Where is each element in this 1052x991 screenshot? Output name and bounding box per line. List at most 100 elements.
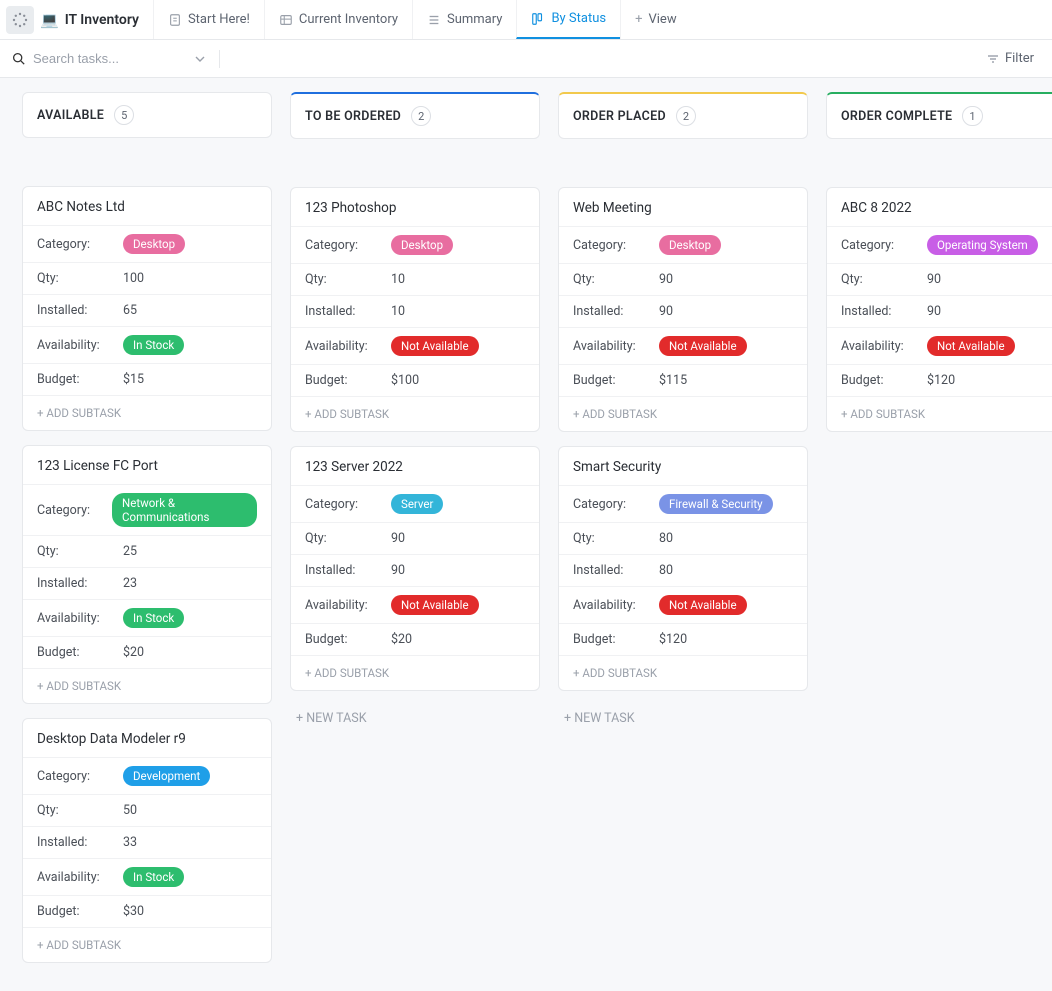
category-badge: Server xyxy=(391,494,443,514)
tab-current-inventory[interactable]: Current Inventory xyxy=(264,0,412,39)
availability-badge: In Stock xyxy=(123,867,184,887)
column-header[interactable]: ORDER PLACED 2 xyxy=(558,92,808,139)
filter-icon xyxy=(987,53,999,65)
label-category: Category: xyxy=(573,238,659,253)
label-category: Category: xyxy=(37,503,112,518)
chevron-down-icon[interactable] xyxy=(195,54,205,64)
category-badge: Network & Communications xyxy=(112,493,257,527)
tab-icon xyxy=(531,12,545,26)
toolbar: Filter xyxy=(0,40,1052,78)
row-category: Category: Desktop xyxy=(559,226,807,263)
search-input[interactable] xyxy=(33,51,183,66)
add-subtask-button[interactable]: + ADD SUBTASK xyxy=(559,396,807,431)
row-availability: Availability: Not Available xyxy=(291,586,539,623)
tab-summary[interactable]: Summary xyxy=(412,0,516,39)
label-installed: Installed: xyxy=(37,576,123,591)
add-subtask-button[interactable]: + ADD SUBTASK xyxy=(23,668,271,703)
label-availability: Availability: xyxy=(37,870,123,885)
label-availability: Availability: xyxy=(841,339,927,354)
label-category: Category: xyxy=(841,238,927,253)
label-availability: Availability: xyxy=(37,338,123,353)
value-qty: 10 xyxy=(391,272,405,287)
page-title: 💻 IT Inventory xyxy=(40,11,139,29)
column-count: 2 xyxy=(411,106,431,126)
tab-label: Start Here! xyxy=(188,12,250,27)
row-budget: Budget: $20 xyxy=(291,623,539,655)
value-installed: 33 xyxy=(123,835,137,850)
label-category: Category: xyxy=(305,497,391,512)
label-budget: Budget: xyxy=(37,372,123,387)
value-installed: 10 xyxy=(391,304,405,319)
column-title: AVAILABLE xyxy=(37,108,104,123)
label-category: Category: xyxy=(37,769,123,784)
column-title: ORDER PLACED xyxy=(573,109,666,124)
add-subtask-button[interactable]: + ADD SUBTASK xyxy=(291,396,539,431)
card[interactable]: 123 License FC Port Category: Network & … xyxy=(22,445,272,704)
row-category: Category: Desktop xyxy=(291,226,539,263)
card[interactable]: ABC 8 2022 Category: Operating System Qt… xyxy=(826,187,1052,432)
app-menu-button[interactable] xyxy=(6,6,34,34)
row-category: Category: Desktop xyxy=(23,225,271,262)
label-budget: Budget: xyxy=(305,373,391,388)
card[interactable]: Web Meeting Category: Desktop Qty: 90 In… xyxy=(558,187,808,432)
card-title: 123 License FC Port xyxy=(23,446,271,484)
row-qty: Qty: 10 xyxy=(291,263,539,295)
card-title: Smart Security xyxy=(559,447,807,485)
add-subtask-button[interactable]: + ADD SUBTASK xyxy=(23,927,271,962)
card[interactable]: Smart Security Category: Firewall & Secu… xyxy=(558,446,808,691)
tab-label: Summary xyxy=(447,12,502,27)
card[interactable]: 123 Server 2022 Category: Server Qty: 90… xyxy=(290,446,540,691)
label-category: Category: xyxy=(37,237,123,252)
label-availability: Availability: xyxy=(305,339,391,354)
add-subtask-button[interactable]: + ADD SUBTASK xyxy=(827,396,1052,431)
column-title: TO BE ORDERED xyxy=(305,109,401,124)
row-installed: Installed: 90 xyxy=(291,554,539,586)
add-subtask-button[interactable]: + ADD SUBTASK xyxy=(23,395,271,430)
tab-by-status[interactable]: By Status xyxy=(516,0,620,39)
value-qty: 90 xyxy=(659,272,673,287)
label-installed: Installed: xyxy=(305,304,391,319)
card-title: ABC Notes Ltd xyxy=(23,187,271,225)
row-budget: Budget: $20 xyxy=(23,636,271,668)
value-qty: 80 xyxy=(659,531,673,546)
new-task-button[interactable]: + NEW TASK xyxy=(290,705,540,732)
label-category: Category: xyxy=(573,497,659,512)
label-qty: Qty: xyxy=(573,272,659,287)
tab-start-here-[interactable]: Start Here! xyxy=(153,0,264,39)
category-badge: Desktop xyxy=(123,234,185,254)
column-count: 2 xyxy=(676,106,696,126)
column-order-placed: ORDER PLACED 2 Web Meeting Category: Des… xyxy=(558,92,808,732)
filter-button[interactable]: Filter xyxy=(981,51,1040,66)
label-qty: Qty: xyxy=(841,272,927,287)
column-header[interactable]: TO BE ORDERED 2 xyxy=(290,92,540,139)
add-view-button[interactable]: +View xyxy=(620,0,691,39)
value-budget: $100 xyxy=(391,373,419,388)
value-budget: $15 xyxy=(123,372,144,387)
column-count: 1 xyxy=(962,106,982,126)
row-budget: Budget: $120 xyxy=(827,364,1052,396)
row-budget: Budget: $100 xyxy=(291,364,539,396)
page-title-text: IT Inventory xyxy=(65,12,139,28)
card[interactable]: ABC Notes Ltd Category: Desktop Qty: 100… xyxy=(22,186,272,431)
card-title: ABC 8 2022 xyxy=(827,188,1052,226)
value-budget: $115 xyxy=(659,373,687,388)
value-installed: 90 xyxy=(391,563,405,578)
category-badge: Operating System xyxy=(927,235,1038,255)
label-availability: Availability: xyxy=(573,339,659,354)
row-availability: Availability: Not Available xyxy=(559,327,807,364)
add-subtask-button[interactable]: + ADD SUBTASK xyxy=(559,655,807,690)
value-qty: 100 xyxy=(123,271,144,286)
card-title: 123 Server 2022 xyxy=(291,447,539,485)
column-header[interactable]: AVAILABLE 5 xyxy=(22,92,272,138)
value-budget: $30 xyxy=(123,904,144,919)
value-qty: 90 xyxy=(391,531,405,546)
divider xyxy=(219,50,220,68)
row-category: Category: Operating System xyxy=(827,226,1052,263)
value-installed: 23 xyxy=(123,576,137,591)
new-task-button[interactable]: + NEW TASK xyxy=(558,705,808,732)
view-tabs: Start Here! Current Inventory Summary By St… xyxy=(153,0,691,39)
label-qty: Qty: xyxy=(305,272,391,287)
column-header[interactable]: ORDER COMPLETE 1 xyxy=(826,92,1052,139)
card[interactable]: 123 Photoshop Category: Desktop Qty: 10 … xyxy=(290,187,540,432)
add-subtask-button[interactable]: + ADD SUBTASK xyxy=(291,655,539,690)
